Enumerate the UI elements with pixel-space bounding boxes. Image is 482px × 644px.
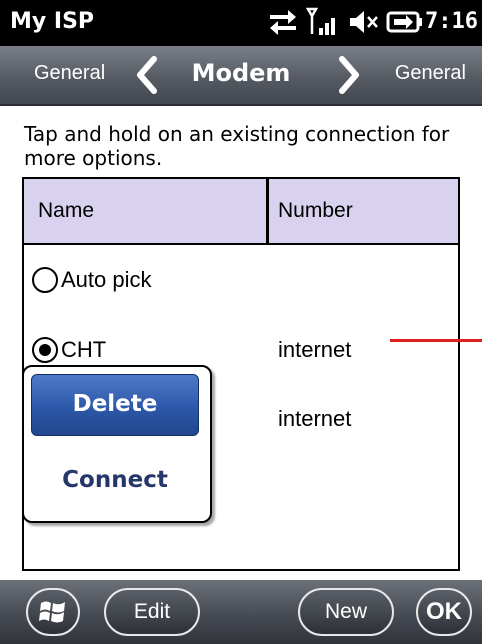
volume-muted-icon	[350, 11, 378, 33]
tab-navigation-bar: General Modem General	[0, 46, 482, 106]
signal-strength-icon	[306, 7, 335, 35]
app-title: My ISP	[10, 9, 95, 34]
context-menu: Delete Connect	[22, 365, 212, 523]
menu-item-connect[interactable]: Connect	[31, 450, 199, 510]
connection-name: CHT	[61, 337, 107, 362]
start-button[interactable]	[26, 588, 80, 636]
sync-arrows-icon	[270, 10, 296, 35]
menu-item-delete[interactable]: Delete	[31, 374, 199, 436]
connection-number: internet	[278, 406, 352, 431]
clock: 7:16	[425, 9, 478, 34]
connection-number: internet	[278, 337, 352, 362]
ok-button[interactable]: OK	[416, 588, 472, 636]
radio-button[interactable]	[32, 267, 58, 293]
annotation-marker-line	[390, 339, 482, 342]
instructions-text: Tap and hold on an existing connection f…	[24, 122, 450, 170]
chevron-right-icon[interactable]	[338, 55, 362, 95]
status-bar: My ISP 7:16	[0, 0, 482, 46]
edit-button[interactable]: Edit	[104, 588, 200, 636]
column-header-name[interactable]: Name	[38, 199, 94, 223]
list-item[interactable]: Auto pick	[24, 255, 458, 315]
soft-key-bar: Edit New OK	[0, 580, 482, 644]
battery-charging-icon	[386, 11, 422, 33]
list-header: Name Number	[24, 179, 458, 245]
new-button[interactable]: New	[298, 588, 394, 636]
nav-next-tab[interactable]: General	[395, 62, 466, 85]
column-header-number[interactable]: Number	[278, 199, 353, 223]
connection-name: Auto pick	[61, 267, 152, 292]
column-divider[interactable]	[266, 179, 269, 243]
radio-button-selected[interactable]	[32, 337, 58, 363]
windows-logo-icon	[39, 601, 65, 623]
